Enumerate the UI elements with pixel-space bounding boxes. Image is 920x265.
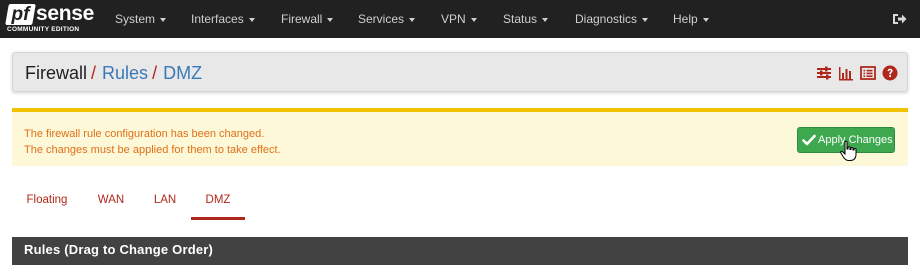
rules-panel-heading: Rules (Drag to Change Order) — [12, 237, 908, 265]
bar-chart-icon[interactable] — [838, 65, 854, 81]
nav-status[interactable]: Status — [503, 0, 549, 38]
caret-down-icon — [470, 17, 477, 22]
nav-help[interactable]: Help — [673, 0, 709, 38]
nav-system[interactable]: System — [115, 0, 167, 38]
caret-down-icon — [642, 17, 649, 22]
tab-floating[interactable]: Floating — [22, 182, 72, 218]
nav-firewall[interactable]: Firewall — [281, 0, 334, 38]
breadcrumb-separator: / — [152, 63, 158, 83]
breadcrumb-separator: / — [91, 63, 97, 83]
caret-down-icon — [542, 17, 549, 22]
tab-lan-label: LAN — [153, 194, 177, 206]
alert-line-1: The firewall rule configuration has been… — [24, 128, 265, 140]
logo-edition-text: COMMUNITY EDITION — [7, 26, 80, 33]
breadcrumb-firewall: Firewall — [25, 63, 88, 83]
alert-line-2: The changes must be applied for them to … — [24, 144, 281, 156]
logo-pf-text: pf — [11, 4, 30, 25]
nav-services[interactable]: Services — [358, 0, 416, 38]
logo-pf-block: pf — [5, 4, 36, 25]
breadcrumb-rules-link[interactable]: Rules — [102, 63, 148, 83]
sign-out-icon[interactable] — [891, 11, 907, 27]
breadcrumb: Firewall / Rules / DMZ — [25, 53, 202, 93]
nav-vpn[interactable]: VPN — [441, 0, 477, 38]
caret-down-icon — [160, 17, 167, 22]
nav-interfaces[interactable]: Interfaces — [191, 0, 255, 38]
tab-wan[interactable]: WAN — [90, 182, 132, 218]
tab-dmz-label: DMZ — [205, 194, 231, 206]
breadcrumb-dmz-link[interactable]: DMZ — [163, 63, 202, 83]
caret-down-icon — [248, 17, 255, 22]
caret-down-icon — [327, 17, 334, 22]
nav-services-label: Services — [358, 12, 405, 26]
check-icon — [802, 134, 816, 146]
breadcrumb-panel: Firewall / Rules / DMZ — [12, 52, 908, 92]
top-navbar: pf sense COMMUNITY EDITION System Interf… — [0, 0, 920, 38]
nav-vpn-label: VPN — [441, 12, 466, 26]
tab-dmz[interactable]: DMZ — [191, 182, 245, 218]
caret-down-icon — [409, 17, 416, 22]
alert-message: The firewall rule configuration has been… — [24, 126, 281, 158]
nav-diagnostics-label: Diagnostics — [575, 12, 638, 26]
sliders-icon[interactable] — [816, 65, 832, 81]
active-tab-indicator — [191, 217, 245, 220]
nav-interfaces-label: Interfaces — [191, 12, 244, 26]
nav-help-label: Help — [673, 12, 698, 26]
apply-changes-alert: The firewall rule configuration has been… — [12, 108, 908, 166]
tab-wan-label: WAN — [97, 194, 125, 206]
apply-changes-button[interactable]: Apply Changes — [797, 127, 895, 153]
help-icon[interactable] — [882, 65, 898, 81]
nav-system-label: System — [115, 12, 156, 26]
tab-lan[interactable]: LAN — [146, 182, 184, 218]
apply-changes-label: Apply Changes — [818, 134, 893, 146]
list-icon[interactable] — [860, 65, 876, 81]
caret-down-icon — [702, 17, 709, 22]
logo-sense-text: sense — [36, 2, 95, 25]
nav-firewall-label: Firewall — [281, 12, 323, 26]
tab-floating-label: Floating — [26, 194, 68, 206]
nav-diagnostics[interactable]: Diagnostics — [575, 0, 649, 38]
pfsense-logo[interactable]: pf sense COMMUNITY EDITION — [5, 2, 95, 35]
nav-status-label: Status — [503, 12, 538, 26]
